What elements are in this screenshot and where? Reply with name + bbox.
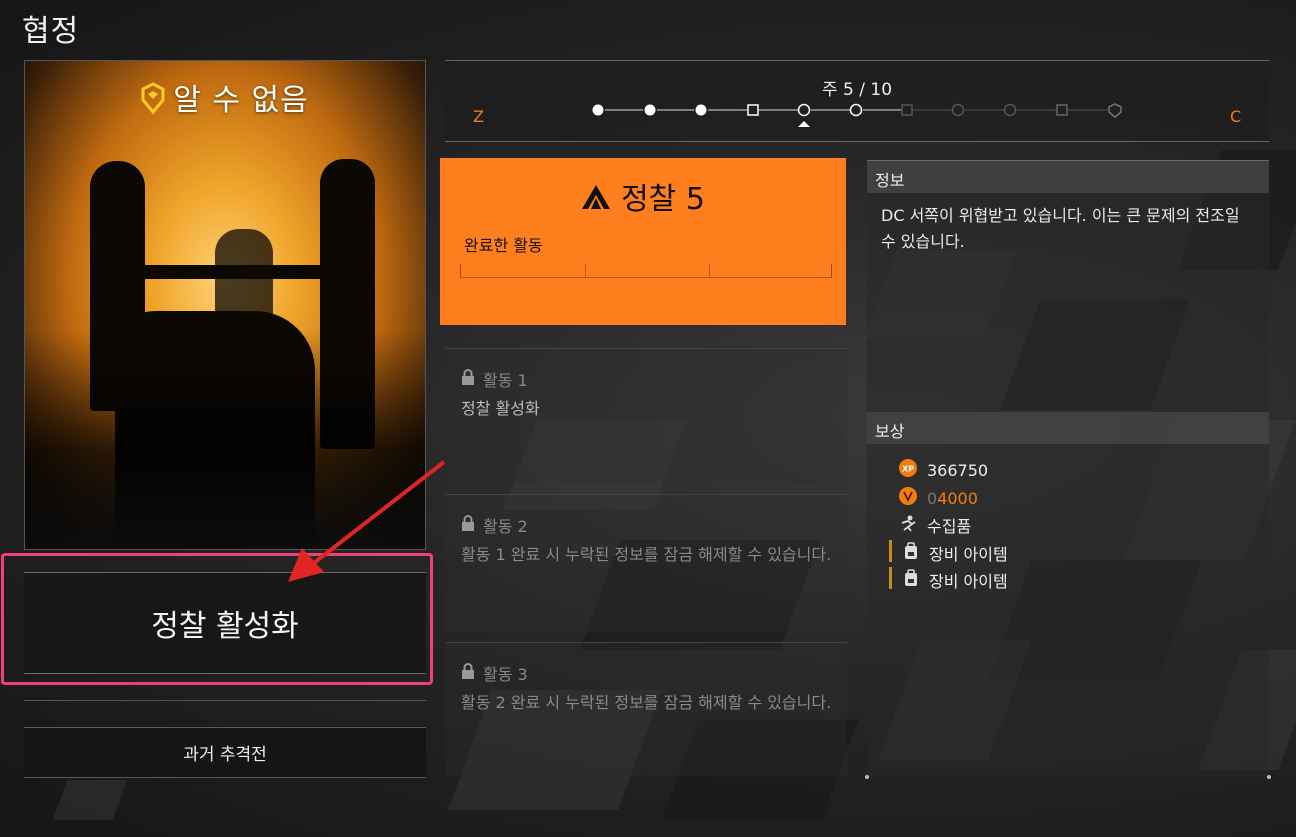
panel-corner — [865, 775, 869, 779]
activity-2-label: 활동 2 — [483, 517, 528, 536]
reward-collectible: 수집품 — [899, 513, 971, 537]
svg-text:XP: XP — [902, 465, 914, 474]
currency-prefix: 0 — [927, 488, 938, 508]
activity-progress-bar — [460, 264, 832, 278]
past-manhunts-label: 과거 추격전 — [183, 745, 267, 765]
recon-icon — [581, 183, 611, 218]
xp-value: 366750 — [927, 460, 989, 480]
reward-gear-2: 장비 아이템 — [903, 568, 1008, 592]
mission-card[interactable]: 정찰 5 완료한 활동 — [440, 158, 846, 325]
xp-icon: XP — [899, 459, 917, 481]
past-manhunts-button[interactable]: 과거 추격전 — [24, 727, 426, 778]
info-panel: 정보 DC 서쪽이 위협받고 있습니다. 이는 큰 문제의 전조일 수 있습니다… — [865, 160, 1271, 779]
activity-2[interactable]: 활동 2 활동 1 완료 시 누락된 정보를 잠금 해제할 수 있습니다. — [445, 494, 847, 632]
gear-1-label: 장비 아이템 — [929, 545, 1008, 564]
panel-corner — [1267, 775, 1271, 779]
activity-3-label: 활동 3 — [483, 665, 528, 684]
lock-icon — [461, 515, 475, 535]
lock-icon — [461, 663, 475, 683]
gear-2-label: 장비 아이템 — [929, 572, 1008, 591]
mission-title: 정찰 5 — [440, 174, 846, 218]
card-title: 알 수 없음 — [25, 75, 425, 122]
completed-activities-label: 완료한 활동 — [464, 236, 543, 255]
collectible-icon — [899, 514, 917, 536]
activity-2-desc: 활동 1 완료 시 누락된 정보를 잠금 해제할 수 있습니다. — [461, 545, 832, 564]
week-progress-panel: 주 5 / 10 Z C — [445, 60, 1269, 142]
reward-currency: 04000 — [899, 487, 978, 509]
lock-icon — [461, 369, 475, 389]
reward-xp: XP 366750 — [899, 459, 988, 481]
pointer-arrow-annotation — [288, 460, 446, 582]
gear-rarity-bar — [889, 540, 892, 562]
shd-currency-icon — [899, 487, 917, 509]
activity-3[interactable]: 활동 3 활동 2 완료 시 누락된 정보를 잠금 해제할 수 있습니다. — [445, 642, 847, 776]
activity-1-label: 활동 1 — [483, 371, 528, 390]
reward-gear-1: 장비 아이템 — [903, 541, 1008, 565]
divider — [24, 700, 426, 701]
backpack-icon — [903, 542, 919, 564]
screen-title: 협정 — [22, 14, 80, 49]
week-track — [445, 101, 1269, 135]
rewards-header: 보상 — [867, 412, 1269, 444]
activity-1-desc: 정찰 활성화 — [461, 399, 540, 418]
gear-rarity-bar — [889, 567, 892, 589]
faction-emblem-icon — [141, 81, 165, 122]
collectible-label: 수집품 — [927, 517, 972, 536]
activity-1[interactable]: 활동 1 정찰 활성화 — [445, 348, 847, 482]
info-text: DC 서쪽이 위협받고 있습니다. 이는 큰 문제의 전조일 수 있습니다. — [881, 206, 1240, 251]
info-header: 정보 — [867, 161, 1269, 193]
activity-3-desc: 활동 2 완료 시 누락된 정보를 잠금 해제할 수 있습니다. — [461, 693, 832, 712]
currency-value: 4000 — [937, 488, 978, 508]
week-label: 주 5 / 10 — [821, 80, 893, 100]
backpack-icon — [903, 569, 919, 591]
